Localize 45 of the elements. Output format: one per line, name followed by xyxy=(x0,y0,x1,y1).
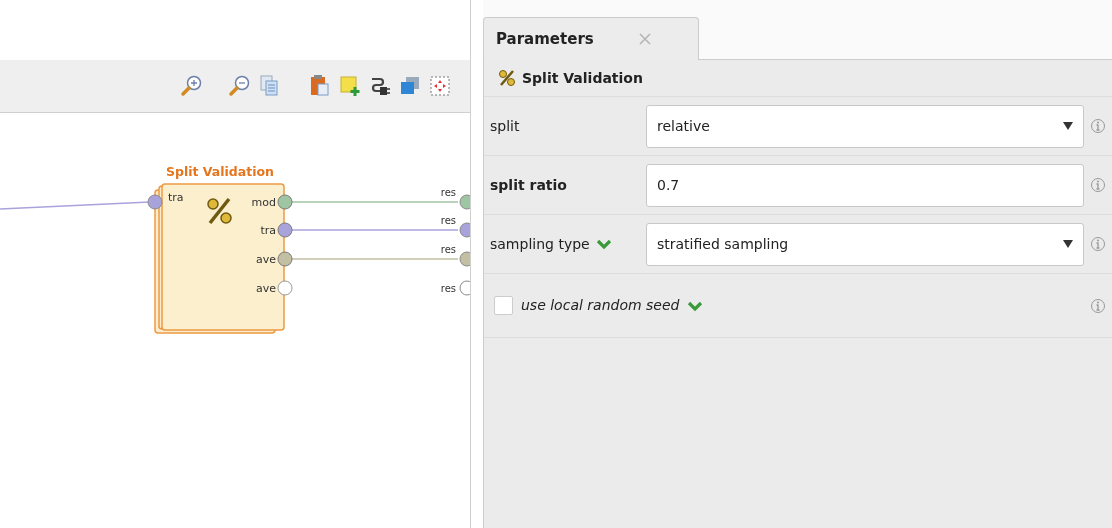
parameters-tab[interactable]: Parameters xyxy=(483,17,699,60)
add-note-icon[interactable] xyxy=(338,74,362,98)
port-label: tra xyxy=(168,191,184,204)
port-label: ave xyxy=(255,253,276,266)
output-port[interactable] xyxy=(277,280,293,296)
result-port[interactable] xyxy=(459,222,470,238)
result-port[interactable] xyxy=(459,251,470,267)
input-port[interactable] xyxy=(147,194,163,210)
operator-name: Split Validation xyxy=(522,68,643,88)
port-label: res xyxy=(440,283,456,294)
port-label: res xyxy=(440,187,456,198)
zoom-out-icon[interactable] xyxy=(228,74,252,98)
info-icon[interactable] xyxy=(1090,177,1106,193)
dropdown-arrow-icon xyxy=(1063,240,1073,248)
fit-frame-icon[interactable] xyxy=(428,74,452,98)
port-label: mod xyxy=(251,196,276,209)
close-icon[interactable] xyxy=(637,32,652,46)
port-label: res xyxy=(440,215,456,226)
dropdown[interactable]: stratified sampling xyxy=(646,222,1084,266)
operator-node[interactable] xyxy=(154,183,285,334)
port-label: tra xyxy=(260,224,276,237)
checkbox[interactable] xyxy=(494,296,513,315)
info-icon[interactable] xyxy=(1090,236,1106,252)
dropdown[interactable]: relative xyxy=(646,104,1084,148)
operator-title: Split Validation xyxy=(166,164,274,179)
percent-icon xyxy=(207,197,232,225)
percent-icon xyxy=(498,69,516,87)
parameter-label: split ratio xyxy=(490,175,567,195)
info-icon[interactable] xyxy=(1090,297,1106,314)
result-port[interactable] xyxy=(459,280,470,296)
parameter-label: use local random seed xyxy=(521,296,680,315)
info-icon[interactable] xyxy=(1090,118,1106,134)
zoom-in-icon[interactable] xyxy=(180,74,204,98)
chevron-icon[interactable] xyxy=(595,237,612,251)
output-port[interactable] xyxy=(277,222,293,238)
output-port[interactable] xyxy=(277,251,293,267)
dropdown-arrow-icon xyxy=(1063,122,1073,130)
parameter-label: split xyxy=(490,116,520,136)
port-label: res xyxy=(440,244,456,255)
parameter-label: sampling type xyxy=(490,234,590,254)
input-field[interactable]: 0.7 xyxy=(646,163,1084,207)
result-port[interactable] xyxy=(459,194,470,210)
output-port[interactable] xyxy=(277,194,293,210)
paste-icon[interactable] xyxy=(308,74,332,98)
port-label: ave xyxy=(255,282,276,295)
